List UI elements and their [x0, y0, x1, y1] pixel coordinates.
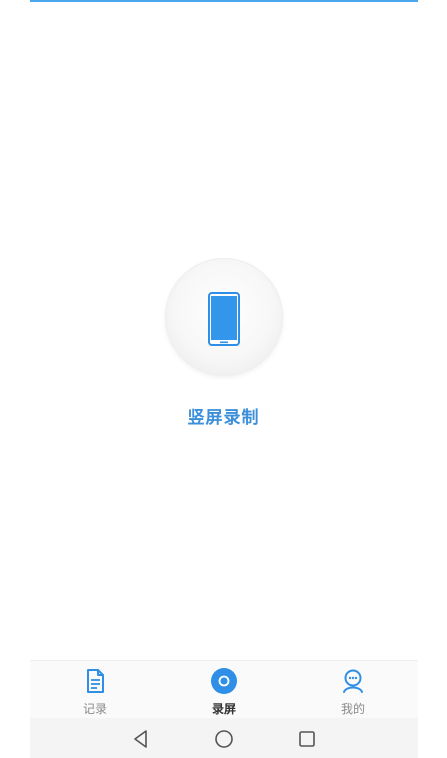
top-divider [30, 0, 418, 2]
portrait-record-label[interactable]: 竖屏录制 [0, 403, 447, 428]
recents-icon[interactable] [296, 728, 318, 750]
tab-records[interactable]: 记录 [55, 661, 135, 719]
tab-screen-record[interactable]: 录屏 [184, 661, 264, 719]
profile-icon [343, 669, 363, 693]
back-icon[interactable] [130, 728, 152, 750]
record-icon [211, 668, 237, 694]
system-navigation-bar [30, 718, 418, 758]
tab-screen-record-label: 录屏 [211, 702, 236, 716]
portrait-record-button[interactable] [165, 258, 283, 376]
home-icon[interactable] [213, 728, 235, 750]
phone-portrait-icon [208, 292, 240, 346]
tab-profile[interactable]: 我的 [313, 661, 393, 719]
tab-profile-label: 我的 [340, 702, 365, 716]
tab-records-label: 记录 [82, 702, 107, 716]
bottom-tab-bar: 记录 录屏 我的 [30, 660, 418, 719]
document-icon [87, 669, 104, 693]
record-area: 竖屏录制 [0, 256, 447, 436]
